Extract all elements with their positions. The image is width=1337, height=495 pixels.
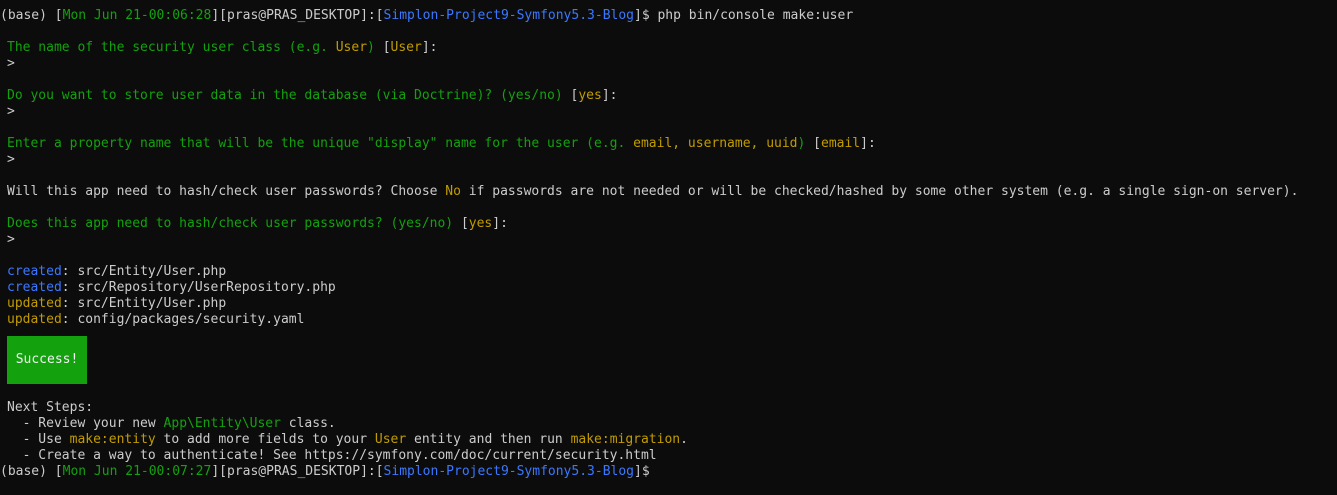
file-status-row: created: src/Repository/UserRepository.p… bbox=[7, 280, 336, 295]
default-value: User bbox=[390, 40, 422, 55]
question-store-doctrine: Do you want to store user data in the da… bbox=[7, 88, 618, 103]
default-value: yes bbox=[468, 216, 493, 231]
question-hash-passwords: Does this app need to hash/check user pa… bbox=[7, 216, 508, 231]
default-value: email bbox=[821, 136, 861, 151]
next-step-3: - Create a way to authenticate! See http… bbox=[7, 448, 657, 463]
status-created: created bbox=[7, 280, 62, 295]
next-step-1: - Review your new App\Entity\User class. bbox=[7, 416, 336, 431]
prompt-directory: Simplon-Project9-Symfony5.3-Blog bbox=[383, 464, 634, 479]
prompt-datetime: Mon Jun 21-00:07:27 bbox=[62, 464, 212, 479]
success-banner: Success! bbox=[7, 336, 87, 384]
default-value: yes bbox=[578, 88, 602, 103]
prompt-directory: Simplon-Project9-Symfony5.3-Blog bbox=[383, 8, 634, 23]
question-user-class: The name of the security user class (e.g… bbox=[7, 40, 438, 55]
prompt-user-host: pras@PRAS_DESKTOP bbox=[227, 8, 361, 23]
conda-env: (base) bbox=[0, 8, 47, 23]
status-created: created bbox=[7, 264, 62, 279]
info-hash-passwords: Will this app need to hash/check user pa… bbox=[7, 184, 1299, 199]
conda-env: (base) bbox=[0, 464, 47, 479]
prompt-line[interactable]: (base) [Mon Jun 21-00:07:27][pras@PRAS_D… bbox=[0, 464, 1337, 480]
status-updated: updated bbox=[7, 312, 62, 327]
input-prompt[interactable]: > bbox=[0, 104, 1337, 120]
file-status-row: updated: src/Entity/User.php bbox=[7, 296, 227, 311]
status-updated: updated bbox=[7, 296, 62, 311]
question-display-name: Enter a property name that will be the u… bbox=[7, 136, 876, 151]
prompt-datetime: Mon Jun 21-00:06:28 bbox=[62, 8, 212, 23]
input-prompt[interactable]: > bbox=[0, 152, 1337, 168]
prompt-line: (base) [Mon Jun 21-00:06:28][pras@PRAS_D… bbox=[0, 8, 854, 23]
command-text: php bin/console make:user bbox=[657, 8, 854, 23]
file-status-row: updated: config/packages/security.yaml bbox=[7, 312, 305, 327]
terminal-window[interactable]: (base) [Mon Jun 21-00:06:28][pras@PRAS_D… bbox=[0, 0, 1337, 495]
next-steps-title: Next Steps: bbox=[7, 400, 94, 415]
prompt-user-host: pras@PRAS_DESKTOP bbox=[227, 464, 361, 479]
file-status-row: created: src/Entity/User.php bbox=[7, 264, 227, 279]
next-step-2: - Use make:entity to add more fields to … bbox=[7, 432, 688, 447]
input-prompt[interactable]: > bbox=[0, 232, 1337, 248]
input-prompt[interactable]: > bbox=[0, 56, 1337, 72]
